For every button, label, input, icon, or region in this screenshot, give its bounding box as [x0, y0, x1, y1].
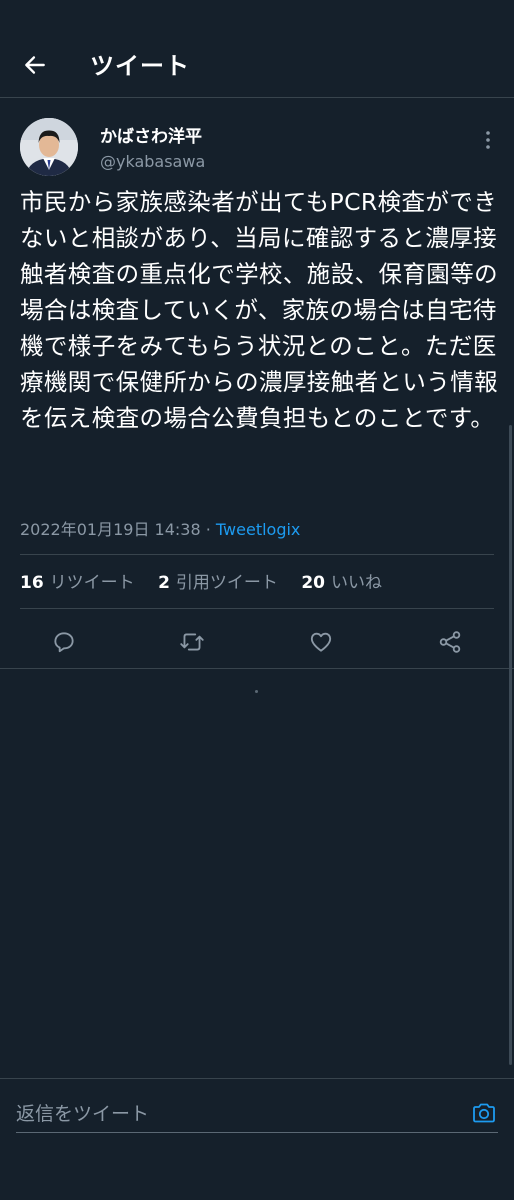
quotes-stat[interactable]: 2 引用ツイート	[158, 573, 278, 593]
quotes-count: 2	[158, 573, 170, 593]
retweets-label: リツイート	[49, 573, 135, 593]
retweets-stat[interactable]: 16 リツイート	[20, 573, 135, 593]
loading-dot	[255, 690, 258, 693]
tweet-meta: 2022年01月19日 14:38 · Tweetlogix	[20, 516, 300, 540]
retweet-button[interactable]	[178, 628, 206, 656]
reply-icon	[54, 632, 74, 653]
author-handle[interactable]: @ykabasawa	[100, 152, 205, 171]
avatar[interactable]	[20, 118, 78, 176]
page-title: ツイート	[90, 52, 190, 80]
like-button[interactable]	[307, 628, 335, 656]
tweet-text: 市民から家族感染者が出てもPCR検査ができないと相談があり、当局に確認すると濃厚…	[20, 188, 498, 432]
tweet-actions	[0, 620, 514, 660]
likes-stat[interactable]: 20 いいね	[301, 573, 382, 593]
retweet-icon	[180, 633, 204, 651]
back-button[interactable]	[18, 48, 52, 82]
more-vertical-icon	[486, 131, 490, 149]
divider	[20, 608, 494, 609]
client-link[interactable]: Tweetlogix	[216, 520, 300, 539]
likes-label: いいね	[331, 573, 382, 593]
scrollbar[interactable]	[509, 425, 512, 1065]
reply-button[interactable]	[50, 628, 78, 656]
more-options-button[interactable]	[478, 128, 498, 152]
arrow-left-icon	[25, 56, 45, 74]
share-button[interactable]	[436, 628, 464, 656]
likes-count: 20	[301, 573, 325, 593]
top-bar: ツイート	[0, 0, 514, 98]
timestamp[interactable]: 2022年01月19日 14:38	[20, 520, 201, 539]
quotes-label: 引用ツイート	[175, 573, 278, 593]
divider	[20, 554, 494, 555]
retweets-count: 16	[20, 573, 44, 593]
tweet-stats: 16 リツイート 2 引用ツイート 20 いいね	[20, 568, 400, 593]
author-name[interactable]: かばさわ洋平	[100, 122, 202, 147]
divider	[0, 668, 514, 669]
camera-button[interactable]	[470, 1099, 498, 1127]
reply-input[interactable]: 返信をツイート	[16, 1093, 498, 1133]
like-icon	[310, 632, 332, 652]
reply-bar: 返信をツイート	[0, 1078, 514, 1200]
camera-icon	[473, 1103, 495, 1123]
reply-placeholder: 返信をツイート	[16, 1103, 150, 1125]
share-icon	[439, 631, 461, 653]
meta-separator: ·	[205, 520, 211, 539]
